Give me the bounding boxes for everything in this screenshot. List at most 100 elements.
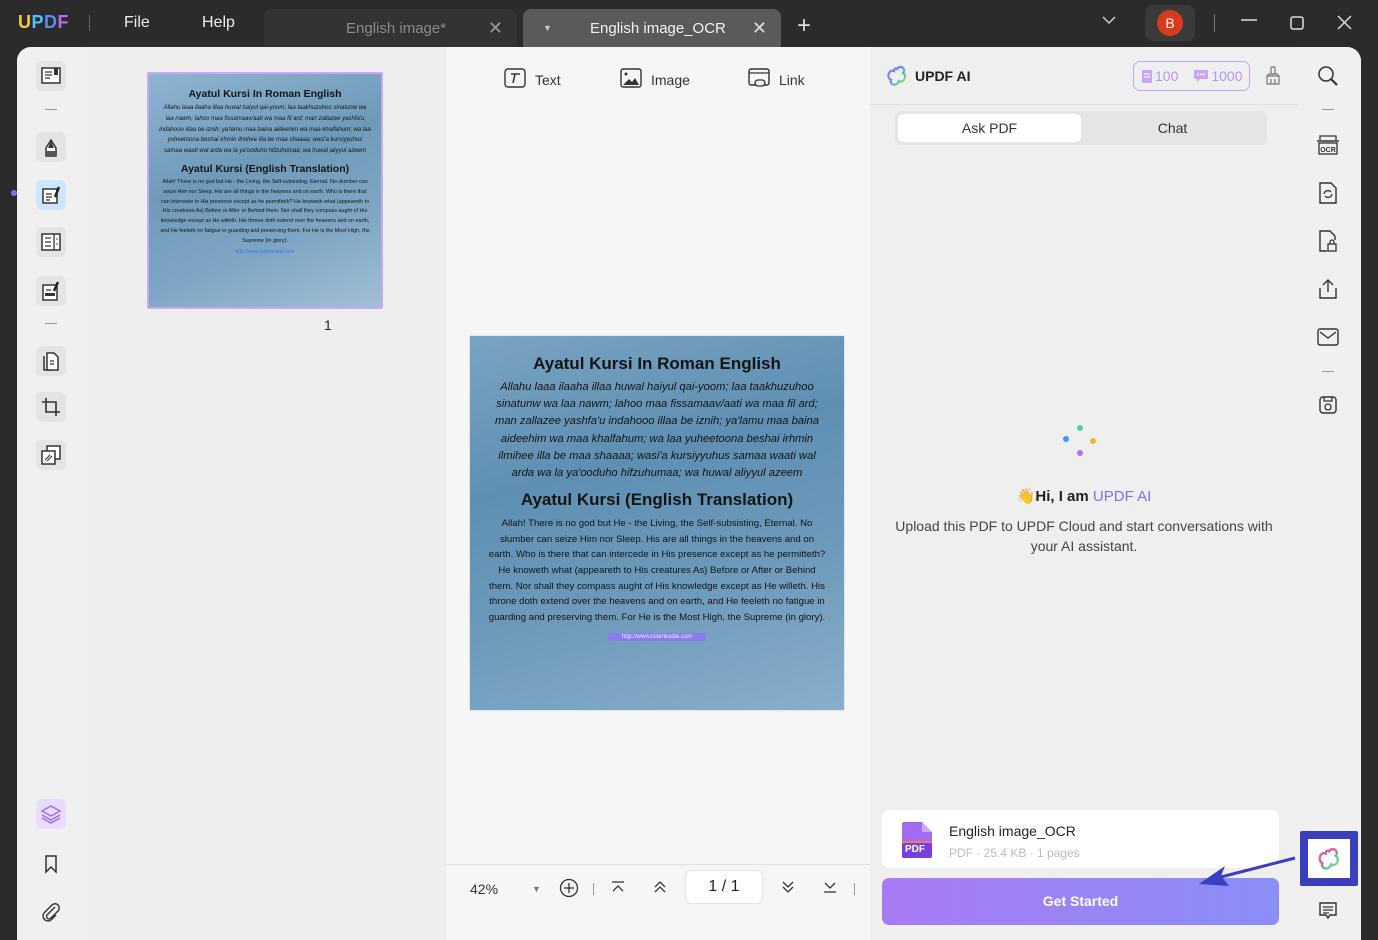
- file-meta: PDF · 25.4 KB · 1 pages: [949, 846, 1080, 860]
- comment-list-icon[interactable]: [1314, 897, 1342, 925]
- form-icon[interactable]: [36, 227, 66, 257]
- page-navigation-bar: 42% ▼ 1 / 1: [446, 864, 870, 912]
- thumb-text: Allah! There is no god but He - the Livi…: [160, 178, 370, 244]
- add-image-button[interactable]: Image: [619, 67, 690, 92]
- divider: [1322, 371, 1334, 372]
- minimize-icon[interactable]: [1240, 9, 1258, 32]
- reader-icon[interactable]: [36, 61, 66, 91]
- page-number-input[interactable]: 1 / 1: [685, 870, 763, 904]
- wave-icon: 👋: [1016, 488, 1036, 505]
- ai-panel: UPDF AI 100 1000 Ask PDF Chat 👋Hi, I am …: [870, 47, 1298, 940]
- divider: [1322, 109, 1334, 110]
- page-link[interactable]: http://www.islamkadai.com: [607, 633, 707, 642]
- ai-assistant-button[interactable]: [1308, 839, 1350, 878]
- email-icon[interactable]: [1314, 323, 1342, 351]
- dot: [1077, 425, 1083, 431]
- pdf-credits: 100: [1134, 68, 1186, 84]
- tab-chat[interactable]: Chat: [1081, 114, 1264, 142]
- greeting-text: Hi, I am: [1035, 488, 1093, 505]
- menu-file[interactable]: File: [124, 14, 150, 32]
- annotation-arrow-icon: [1199, 856, 1296, 886]
- page-paragraph: Allahu laaa ilaaha illaa huwal haiyul qa…: [495, 381, 819, 480]
- image-tool-label: Image: [651, 71, 690, 88]
- ai-greeting: 👋Hi, I am UPDF AI: [870, 487, 1298, 505]
- organize-pages-icon[interactable]: [36, 346, 66, 376]
- close-window-icon[interactable]: [1337, 14, 1352, 35]
- edit-toolbar: Text Image Link: [446, 47, 870, 107]
- divider: [1214, 14, 1215, 32]
- pdf-page[interactable]: Ayatul Kursi In Roman English Allahu laa…: [470, 336, 844, 710]
- layers-icon[interactable]: [36, 799, 66, 829]
- account-button[interactable]: B: [1145, 5, 1195, 41]
- first-page-icon[interactable]: [610, 880, 626, 897]
- page-heading: Ayatul Kursi (English Translation): [520, 490, 794, 510]
- previous-page-icon[interactable]: [652, 880, 668, 897]
- updf-logo: UPDF: [18, 12, 69, 33]
- thumbnail-panel: Ayatul Kursi In Roman English Allahu laa…: [84, 47, 446, 940]
- crop-icon[interactable]: [36, 392, 66, 422]
- document-credit-icon: [1142, 69, 1152, 83]
- chat-credits: 1000: [1186, 68, 1250, 84]
- pdf-credit-count: 100: [1155, 68, 1179, 84]
- logo-letter: F: [57, 12, 70, 32]
- search-icon[interactable]: [1314, 62, 1342, 90]
- svg-text:OCR: OCR: [1320, 147, 1336, 154]
- protect-icon[interactable]: [1314, 227, 1342, 255]
- add-text-button[interactable]: Text: [503, 67, 561, 92]
- ai-header: UPDF AI 100 1000: [870, 47, 1298, 105]
- pdf-badge: PDF: [905, 844, 925, 855]
- page-thumbnail[interactable]: Ayatul Kursi In Roman English Allahu laa…: [147, 72, 383, 309]
- thumb-text: Allahu laaa ilaaha illaa huwal haiyul qa…: [159, 105, 371, 155]
- tab-ask-pdf[interactable]: Ask PDF: [898, 114, 1081, 142]
- zoom-level[interactable]: 42%: [470, 881, 498, 897]
- dot: [1090, 438, 1096, 444]
- ocr-icon[interactable]: OCR: [1314, 131, 1342, 159]
- ai-assistant-highlight: [1300, 831, 1358, 886]
- divider: [45, 323, 57, 324]
- chevron-down-icon[interactable]: [1101, 12, 1117, 30]
- updf-ai-icon: [1318, 847, 1339, 870]
- zoom-in-icon[interactable]: [559, 878, 579, 901]
- updf-ai-logo-icon: [886, 65, 908, 92]
- dot: [1063, 436, 1069, 442]
- greeting-brand: UPDF AI: [1092, 488, 1152, 505]
- link-tool-icon: [747, 67, 771, 92]
- last-page-icon[interactable]: [822, 880, 838, 897]
- close-tab-icon[interactable]: ✕: [752, 18, 767, 39]
- thumb-link: http://www.islamkadai.com: [235, 248, 295, 255]
- next-page-icon[interactable]: [780, 880, 796, 897]
- save-icon[interactable]: [1314, 391, 1342, 419]
- credits-badge[interactable]: 100 1000: [1133, 61, 1250, 91]
- tab-label: English image*: [346, 19, 447, 37]
- avatar: B: [1157, 10, 1183, 36]
- tab-english-image-ocr[interactable]: ▼ English image_OCR ✕: [523, 9, 781, 47]
- attachment-icon[interactable]: [36, 897, 66, 927]
- bookmark-icon[interactable]: [36, 849, 66, 879]
- left-toolbar: [17, 47, 84, 940]
- thumb-heading: Ayatul Kursi In Roman English: [188, 88, 342, 100]
- image-tool-icon: [619, 67, 643, 92]
- link-tool-label: Link: [779, 71, 805, 88]
- thumb-heading: Ayatul Kursi (English Translation): [180, 162, 350, 175]
- convert-icon[interactable]: [1314, 179, 1342, 207]
- tab-dropdown-icon[interactable]: ▼: [543, 23, 552, 33]
- watermark-icon[interactable]: [36, 440, 66, 470]
- divider: [593, 883, 594, 895]
- logo-letter: D: [44, 12, 58, 32]
- clear-chat-icon[interactable]: [1265, 66, 1281, 91]
- ai-description: Upload this PDF to UPDF Cloud and start …: [895, 518, 1273, 554]
- add-link-button[interactable]: Link: [747, 67, 805, 92]
- close-tab-icon[interactable]: ✕: [488, 18, 503, 39]
- menu-help[interactable]: Help: [202, 14, 235, 32]
- maximize-icon[interactable]: [1290, 14, 1304, 35]
- fill-sign-icon[interactable]: [36, 276, 66, 306]
- document-area: Text Image Link Ayatul Kursi In Roman En…: [446, 47, 870, 940]
- pdf-file-icon: PDF: [902, 822, 932, 858]
- zoom-dropdown-icon[interactable]: ▼: [532, 884, 541, 894]
- tab-english-image[interactable]: English image* ✕: [264, 9, 517, 47]
- share-icon[interactable]: [1314, 275, 1342, 303]
- new-tab-icon[interactable]: +: [797, 12, 811, 40]
- comment-icon[interactable]: [36, 132, 66, 162]
- edit-pdf-icon[interactable]: [36, 180, 66, 210]
- right-toolbar: OCR: [1298, 47, 1361, 940]
